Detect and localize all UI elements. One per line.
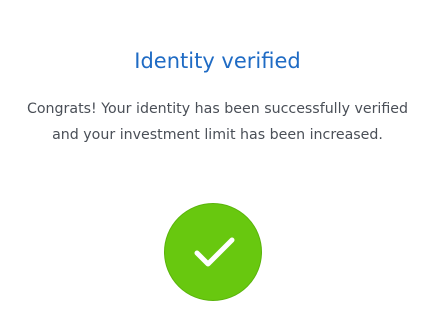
checkmark-icon bbox=[194, 237, 235, 267]
success-badge bbox=[164, 203, 262, 301]
success-message: Congrats! Your identity has been success… bbox=[10, 96, 425, 148]
page-title: Identity verified bbox=[134, 49, 301, 73]
success-message-line-2: and your investment limit has been incre… bbox=[52, 127, 383, 143]
verification-success-panel: Identity verified Congrats! Your identit… bbox=[0, 0, 435, 331]
success-message-line-1: Congrats! Your identity has been success… bbox=[26, 101, 409, 117]
